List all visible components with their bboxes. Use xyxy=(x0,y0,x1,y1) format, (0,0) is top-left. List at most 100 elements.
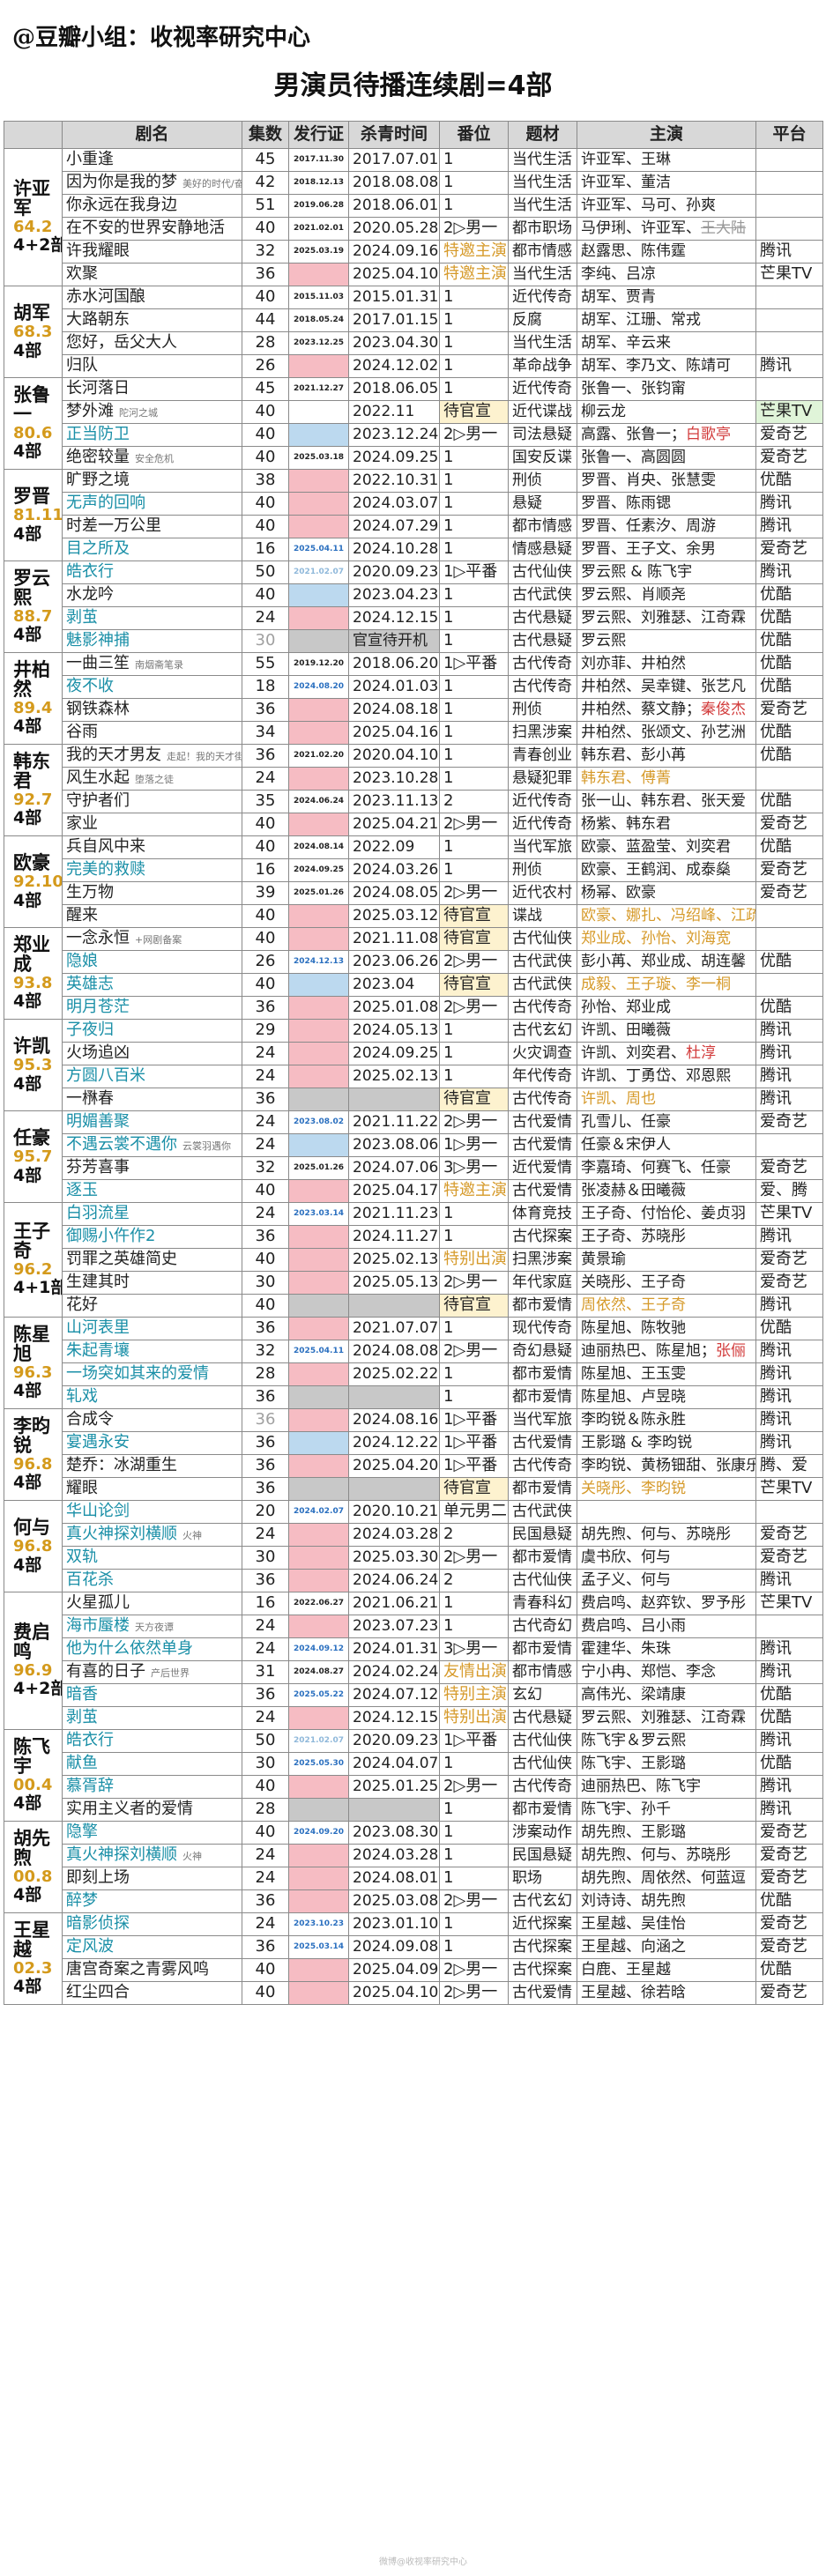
drama-title: 有喜的日子 xyxy=(66,1662,145,1681)
cast: 任豪＆宋伊人 xyxy=(577,1133,756,1157)
platform xyxy=(755,331,823,355)
genre: 古代爱情 xyxy=(508,1133,577,1157)
cast: 李昀锐、黄杨钿甜、张康乐 xyxy=(577,1454,756,1478)
table-row: 许凯 95.3 4部 子夜归 29 2024.05.13 1 古代玄幻 许凯、田曦薇 腾讯 xyxy=(4,1019,823,1111)
actor-count: 4部 xyxy=(13,991,42,1012)
genre: 当代生活 xyxy=(508,194,577,218)
cast: 罗云熙、肖顺尧 xyxy=(577,583,756,607)
genre: 奇幻悬疑 xyxy=(508,1340,577,1363)
episodes: 24 xyxy=(242,1615,289,1638)
table-row: 欧豪 92.10 4部 兵自风中来 40 2024.08.14 2022.09 1 当代军旅 欧豪… xyxy=(4,835,823,928)
genre: 革命战争 xyxy=(508,354,577,378)
genre: 当代生活 xyxy=(508,331,577,355)
episodes: 36 xyxy=(242,1889,289,1913)
drama-title: 火星孤儿 xyxy=(66,1593,130,1613)
license-date xyxy=(288,1615,349,1638)
license-date: 2018.12.13 xyxy=(288,171,349,195)
platform: 腾讯 xyxy=(755,354,823,378)
billing: 2▷男一 xyxy=(439,950,509,974)
genre: 古代爱情 xyxy=(508,1981,577,2005)
cast: 欧豪、娜扎、冯绍峰、江疏影 xyxy=(577,904,756,928)
platform: 芒果TV xyxy=(755,400,823,424)
genre: 司法悬疑 xyxy=(508,423,577,447)
license-date: 2024.09.12 xyxy=(288,1637,349,1661)
drama-title-cell: 实用主义者的爱情 xyxy=(62,1798,242,1822)
platform: 爱奇艺 xyxy=(755,1935,823,1959)
table-row: 醉梦 36 2025.03.08 2▷男一 古代玄幻 刘诗诗、胡先煦 优酷 xyxy=(4,1889,823,1913)
table-row: 实用主义者的爱情 28 1 都市爱情 陈飞宇、孙千 腾讯 xyxy=(4,1798,823,1822)
episodes: 36 xyxy=(242,1935,289,1959)
cast: 罗云熙、刘雅瑟、江奇霖 xyxy=(577,606,756,630)
table-row: 定风波 36 2025.03.14 2024.09.08 1 古代探案 王星越、向涵之 爱奇艺 xyxy=(4,1935,823,1959)
drama-alt-title: +网剧备案 xyxy=(135,934,182,947)
billing: 单元男二 xyxy=(439,1500,509,1524)
license-date xyxy=(288,1477,349,1501)
wrap-date: 2025.04.17 xyxy=(348,1179,440,1203)
cast: 赵露思、陈伟霆 xyxy=(577,240,756,264)
drama-title-cell: 醉梦 xyxy=(62,1889,242,1913)
wrap-date: 2022.09 xyxy=(348,835,440,859)
actor-count: 4部 xyxy=(13,340,42,360)
billing: 1 xyxy=(439,675,509,699)
wrap-date: 官宣待开机 xyxy=(348,629,440,653)
platform: 爱奇艺 xyxy=(755,1546,823,1570)
drama-title: 暗香 xyxy=(66,1685,98,1704)
drama-title-cell: 百花杀 xyxy=(62,1569,242,1592)
drama-title: 欢聚 xyxy=(66,264,98,284)
episodes: 30 xyxy=(242,629,289,653)
actor-name: 胡军 xyxy=(13,301,50,323)
license-date xyxy=(288,1248,349,1272)
wrap-date: 2024.08.05 xyxy=(348,881,440,905)
genre: 都市爱情 xyxy=(508,1294,577,1318)
license-date: 2024.08.14 xyxy=(288,835,349,859)
billing: 1▷男一 xyxy=(439,1133,509,1157)
cast: 许亚军、马可、孙爽 xyxy=(577,194,756,218)
platform xyxy=(755,286,823,309)
actor-cell: 陈星旭 96.3 4部 xyxy=(4,1317,63,1409)
billing: 1 xyxy=(439,1317,509,1340)
license-date xyxy=(288,1546,349,1570)
table-row: 因为你是我的梦美好的时代/奋斗者的新时代422018.12.132018.08.… xyxy=(4,171,823,195)
drama-title: 目之所及 xyxy=(66,539,130,559)
license-date xyxy=(288,927,349,951)
billing: 2▷男一 xyxy=(439,813,509,836)
genre: 玄幻 xyxy=(508,1683,577,1707)
episodes: 28 xyxy=(242,1798,289,1822)
drama-title: 红尘四合 xyxy=(66,1983,130,2002)
drama-title-cell: 风生水起 堕落之徒 xyxy=(62,767,242,791)
billing: 待官宣 xyxy=(439,1477,509,1501)
platform: 爱奇艺 xyxy=(755,1248,823,1272)
billing: 1▷平番 xyxy=(439,1431,509,1455)
table-row: 韩东君92.74部我的天才男友走起！我的天才街坊362021.02.202020… xyxy=(4,744,823,836)
page-title: 男演员待播连续剧=4部 xyxy=(273,71,553,101)
genre: 都市爱情 xyxy=(508,1546,577,1570)
actor-name: 许亚军 xyxy=(13,178,50,219)
episodes: 16 xyxy=(242,538,289,561)
drama-title: 轧戏 xyxy=(66,1387,98,1407)
table-row: 生建其时 30 2025.05.13 2▷男一 年代家庭 关晓彤、王子奇 爱奇艺 xyxy=(4,1271,823,1295)
license-date: 2025.04.11 xyxy=(288,1340,349,1363)
license-date: 2023.03.14 xyxy=(288,1202,349,1226)
cast: 张鲁一、张钧甯 xyxy=(577,377,756,401)
license-date: 2025.04.11 xyxy=(288,538,349,561)
actor-name: 张鲁一 xyxy=(13,384,50,425)
wrap-date: 2024.04.07 xyxy=(348,1752,440,1776)
drama-title: 双轨 xyxy=(66,1548,98,1567)
genre: 古代悬疑 xyxy=(508,629,577,653)
actor-cell: 郑业成 93.8 4部 xyxy=(4,927,63,1020)
actor-count: 4部 xyxy=(13,1793,42,1814)
genre: 近代爱情 xyxy=(508,1156,577,1180)
drama-title-cell: 不遇云裳不遇你 云裳羽遇你 xyxy=(62,1133,242,1157)
wrap-date: 2020.04.10 xyxy=(348,744,440,768)
cast: 许亚军、王琳 xyxy=(577,148,756,172)
table-row: 献鱼 30 2025.05.30 2024.04.07 1 古代仙侠 陈飞宇、王影璐 优酷 xyxy=(4,1752,823,1776)
drama-title: 一㮊春 xyxy=(66,1089,114,1109)
episodes: 24 xyxy=(242,1844,289,1867)
billing: 特别出演 xyxy=(439,1248,509,1272)
drama-title: 百花杀 xyxy=(66,1570,114,1590)
col-platform: 平台 xyxy=(755,121,823,149)
cast-highlight: 张俪 xyxy=(716,1341,746,1360)
drama-title: 定风波 xyxy=(66,1937,114,1956)
platform: 优酷 xyxy=(755,1889,823,1913)
platform: 腾讯 xyxy=(755,1385,823,1409)
